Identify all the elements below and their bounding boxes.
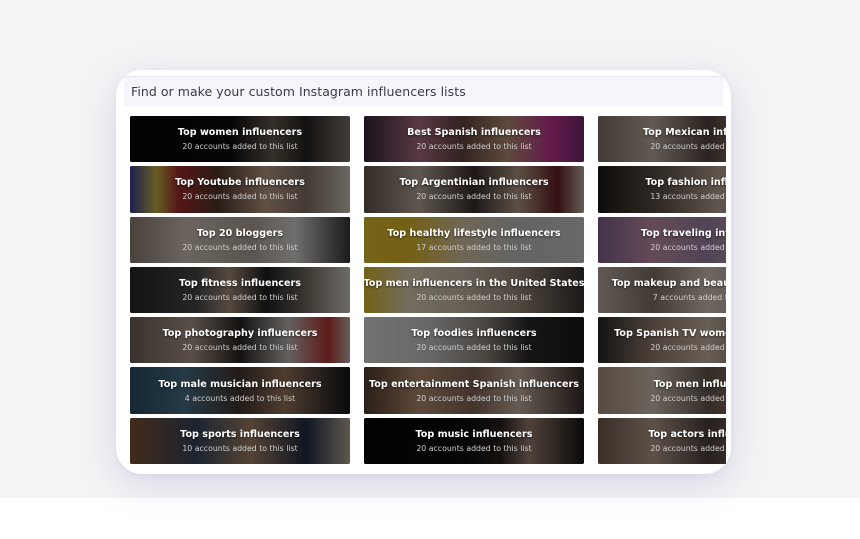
tile-text: Top entertainment Spanish influencers 20 …: [364, 367, 584, 413]
lists-viewport[interactable]: Top women influencers 20 accounts added t…: [116, 116, 726, 466]
tile-text: Best Spanish influencers 20 accounts adde…: [364, 116, 584, 162]
lists-header: Find or make your custom Instagram influ…: [124, 76, 723, 106]
tile-account-count: 13 accounts added to this list: [650, 192, 726, 202]
influencer-list-tile[interactable]: Top Argentinian influencers 20 accounts a…: [364, 166, 584, 213]
tile-title: Top photography influencers: [162, 328, 318, 340]
influencer-lists-card: Find or make your custom Instagram influ…: [116, 70, 731, 474]
tile-text: Top foodies influencers 20 accounts added…: [364, 317, 584, 363]
tile-account-count: 20 accounts added to this list: [650, 443, 726, 453]
tile-title: Top healthy lifestyle influencers: [387, 227, 561, 239]
influencer-list-tile[interactable]: Top 20 bloggers 20 accounts added to this…: [130, 216, 350, 263]
tile-account-count: 20 accounts added to this list: [182, 242, 298, 252]
tile-text: Top male musician influencers 4 accounts …: [130, 367, 350, 413]
tile-account-count: 20 accounts added to this list: [416, 393, 532, 403]
tile-title: Top men influencers in the United States: [364, 278, 584, 290]
tile-account-count: 20 accounts added to this list: [650, 242, 726, 252]
lists-heading: Find or make your custom Instagram influ…: [131, 84, 466, 99]
tile-account-count: 20 accounts added to this list: [182, 142, 298, 152]
tile-account-count: 20 accounts added to this list: [416, 192, 532, 202]
tile-text: Top 20 bloggers 20 accounts added to this…: [130, 217, 350, 263]
tile-text: Top sports influencers 10 accounts added …: [130, 418, 350, 464]
tile-title: Top actors influencers: [648, 428, 726, 440]
tile-text: Top men influencers 20 accounts added to …: [598, 367, 726, 413]
tile-title: Top male musician influencers: [158, 378, 322, 390]
lists-grid: Top women influencers 20 accounts added t…: [130, 116, 726, 465]
tile-text: Top actors influencers 20 accounts added …: [598, 418, 726, 464]
tile-account-count: 20 accounts added to this list: [416, 293, 532, 303]
influencer-list-tile[interactable]: Top fashion influencers 13 accounts added…: [598, 166, 726, 213]
tile-title: Top traveling influencers: [640, 227, 726, 239]
tile-text: Top makeup and beauty influencers 7 accou…: [598, 267, 726, 313]
tile-title: Best Spanish influencers: [407, 127, 541, 139]
tile-text: Top photography influencers 20 accounts a…: [130, 317, 350, 363]
tile-title: Top men influencers: [653, 378, 726, 390]
tile-title: Top foodies influencers: [411, 328, 537, 340]
tile-title: Top Mexican influencers: [643, 127, 726, 139]
tile-text: Top Argentinian influencers 20 accounts a…: [364, 166, 584, 212]
tile-text: Top women influencers 20 accounts added t…: [130, 116, 350, 162]
tile-account-count: 20 accounts added to this list: [182, 293, 298, 303]
influencer-list-tile[interactable]: Top sports influencers 10 accounts added …: [130, 417, 350, 465]
influencer-list-tile[interactable]: Top traveling influencers 20 accounts add…: [598, 216, 726, 263]
influencer-list-tile[interactable]: Top Youtube influencers 20 accounts added…: [130, 166, 350, 213]
tile-text: Top music influencers 20 accounts added t…: [364, 418, 584, 464]
tile-account-count: 7 accounts added to this list: [652, 293, 726, 303]
influencer-list-tile[interactable]: Top fitness influencers 20 accounts added…: [130, 266, 350, 314]
tile-text: Top fashion influencers 13 accounts added…: [598, 166, 726, 212]
tile-title: Top makeup and beauty influencers: [611, 278, 726, 290]
tile-account-count: 20 accounts added to this list: [182, 192, 298, 202]
tile-title: Top entertainment Spanish influencers: [369, 378, 579, 390]
influencer-list-tile[interactable]: Top photography influencers 20 accounts a…: [130, 317, 350, 364]
tile-text: Top traveling influencers 20 accounts add…: [598, 217, 726, 263]
influencer-list-tile[interactable]: Top actors influencers 20 accounts added …: [598, 417, 726, 465]
influencer-list-tile[interactable]: Top Spanish TV women influencers 20 accou…: [598, 317, 726, 364]
tile-text: Top healthy lifestyle influencers 17 acco…: [364, 217, 584, 263]
influencer-list-tile[interactable]: Top healthy lifestyle influencers 17 acco…: [364, 216, 584, 263]
tile-title: Top Spanish TV women influencers: [614, 328, 726, 340]
tile-account-count: 20 accounts added to this list: [416, 142, 532, 152]
tile-title: Top women influencers: [177, 127, 303, 139]
tile-text: Top Mexican influencers 20 accounts added…: [598, 116, 726, 162]
influencer-list-tile[interactable]: Top foodies influencers 20 accounts added…: [364, 317, 584, 364]
influencer-list-tile[interactable]: Best Spanish influencers 20 accounts adde…: [364, 116, 584, 163]
influencer-list-tile[interactable]: Top makeup and beauty influencers 7 accou…: [598, 266, 726, 314]
tile-account-count: 20 accounts added to this list: [650, 142, 726, 152]
tile-title: Top fitness influencers: [179, 278, 301, 290]
influencer-list-tile[interactable]: Top music influencers 20 accounts added t…: [364, 417, 584, 465]
tile-text: Top men influencers in the United States…: [364, 267, 584, 313]
tile-title: Top Youtube influencers: [175, 177, 305, 189]
influencer-list-tile[interactable]: Top male musician influencers 4 accounts …: [130, 367, 350, 414]
tile-text: Top Youtube influencers 20 accounts added…: [130, 166, 350, 212]
influencer-list-tile[interactable]: Top women influencers 20 accounts added t…: [130, 116, 350, 163]
tile-account-count: 20 accounts added to this list: [182, 343, 298, 353]
tile-title: Top Argentinian influencers: [399, 177, 549, 189]
tile-title: Top 20 bloggers: [196, 227, 284, 239]
tile-account-count: 20 accounts added to this list: [416, 443, 532, 453]
tile-text: Top fitness influencers 20 accounts added…: [130, 267, 350, 313]
influencer-list-tile[interactable]: Top entertainment Spanish influencers 20 …: [364, 367, 584, 414]
page-background-lower: [0, 498, 860, 539]
tile-account-count: 17 accounts added to this list: [416, 242, 532, 252]
tile-title: Top music influencers: [415, 428, 533, 440]
influencer-list-tile[interactable]: Top men influencers 20 accounts added to …: [598, 367, 726, 414]
tile-account-count: 4 accounts added to this list: [184, 393, 296, 403]
tile-account-count: 20 accounts added to this list: [650, 393, 726, 403]
influencer-list-tile[interactable]: Top men influencers in the United States…: [364, 266, 584, 314]
tile-text: Top Spanish TV women influencers 20 accou…: [598, 317, 726, 363]
tile-account-count: 10 accounts added to this list: [182, 443, 298, 453]
influencer-list-tile[interactable]: Top Mexican influencers 20 accounts added…: [598, 116, 726, 163]
tile-account-count: 20 accounts added to this list: [650, 343, 726, 353]
tile-title: Top fashion influencers: [645, 177, 726, 189]
tile-title: Top sports influencers: [180, 428, 300, 440]
tile-account-count: 20 accounts added to this list: [416, 343, 532, 353]
